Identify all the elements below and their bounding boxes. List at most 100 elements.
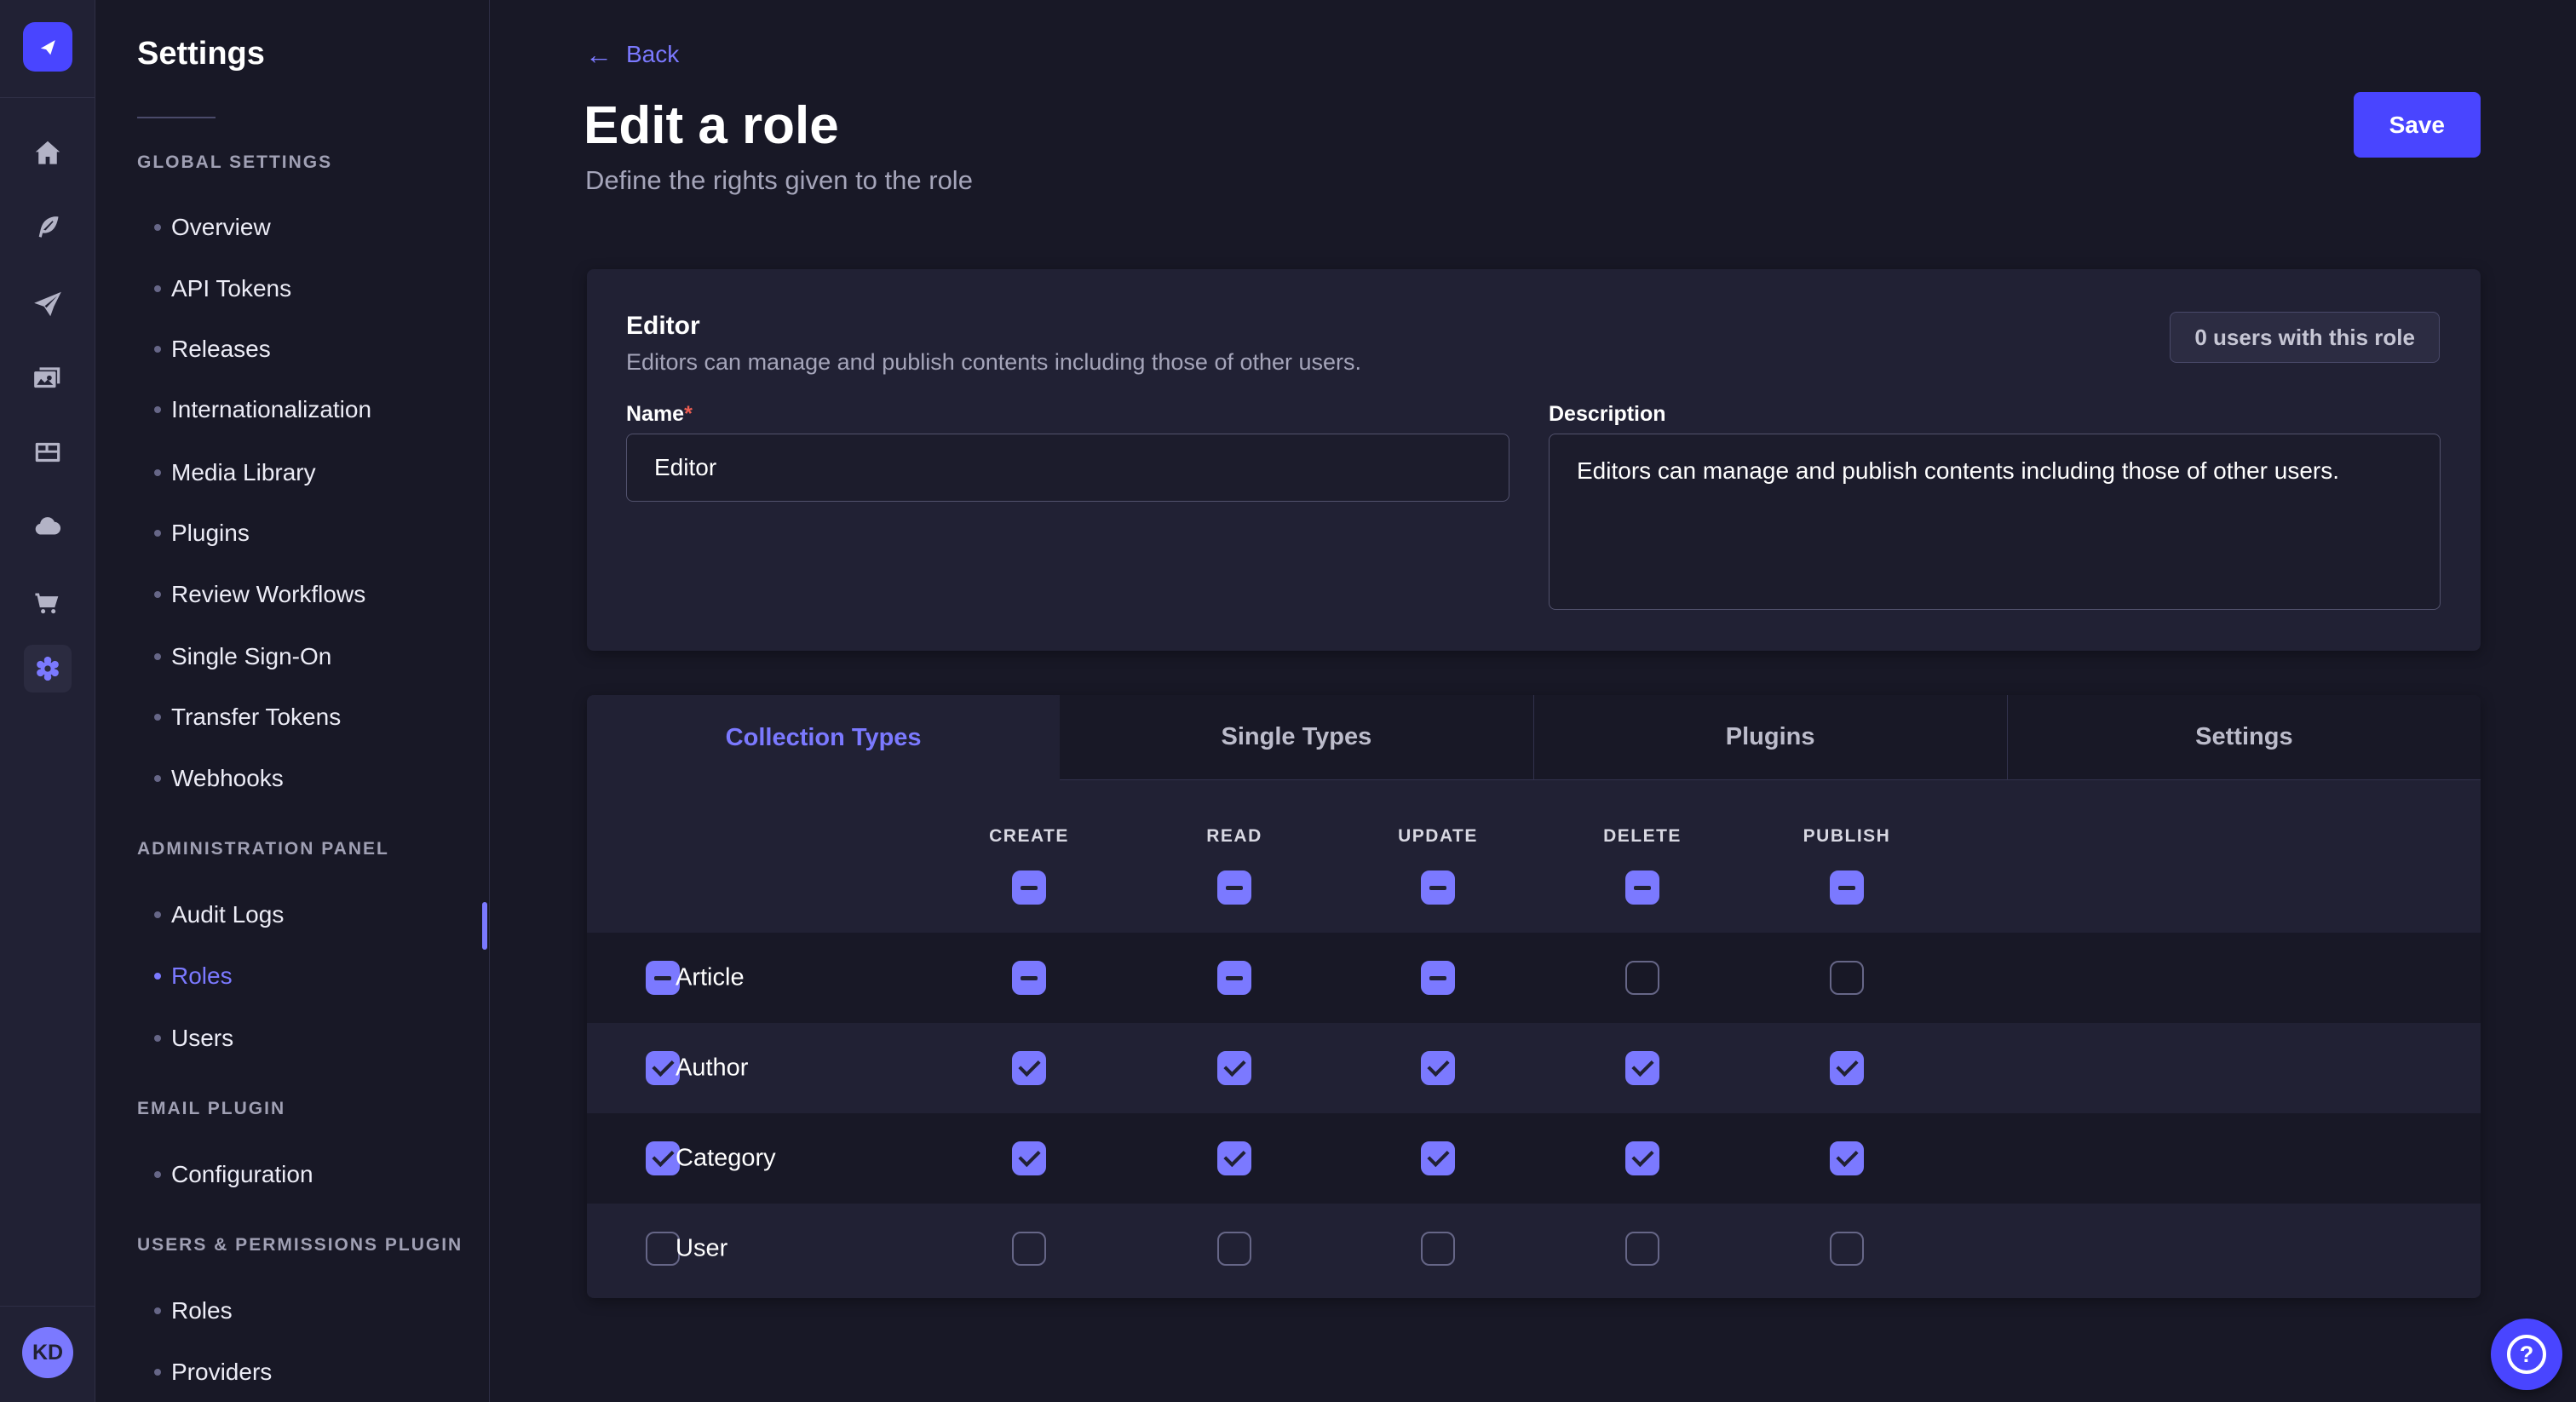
table-row-author: Author <box>587 1023 2481 1113</box>
permissions-card: Collection Types Single Types Plugins Se… <box>587 695 2481 1298</box>
table-row-user: User <box>587 1204 2481 1294</box>
description-field-label: Description <box>1549 402 1666 427</box>
back-link[interactable]: ← Back <box>585 41 679 68</box>
permissions-header-row: CREATE READ UPDATE DELETE PUBLISH <box>587 780 2481 933</box>
row-label: Author <box>676 1054 748 1083</box>
bullet-icon <box>154 1307 161 1314</box>
bullet-icon <box>154 1035 161 1042</box>
subnav-item-users[interactable]: Users <box>96 1023 489 1054</box>
feather-icon[interactable] <box>24 204 72 251</box>
subnav-item-webhooks[interactable]: Webhooks <box>96 763 489 794</box>
sidebar-divider-bottom <box>0 1306 95 1307</box>
category-read-checkbox[interactable] <box>1217 1141 1251 1175</box>
required-asterisk: * <box>684 402 693 426</box>
article-read-checkbox[interactable] <box>1217 961 1251 995</box>
select-all-delete-checkbox[interactable] <box>1625 871 1659 905</box>
select-all-publish-checkbox[interactable] <box>1830 871 1864 905</box>
select-all-update-checkbox[interactable] <box>1421 871 1455 905</box>
row-checkbox[interactable] <box>646 1141 680 1175</box>
user-update-checkbox[interactable] <box>1421 1232 1455 1266</box>
tab-single-types[interactable]: Single Types <box>1060 695 1532 780</box>
user-create-checkbox[interactable] <box>1012 1232 1046 1266</box>
subnav-item-roles-admin[interactable]: Roles <box>96 961 489 991</box>
bullet-icon <box>154 775 161 782</box>
main-content: ← Back Edit a role Define the rights giv… <box>491 0 2576 1402</box>
section-global-settings: GLOBAL SETTINGS <box>137 152 332 173</box>
select-all-create-checkbox[interactable] <box>1012 871 1046 905</box>
subnav-item-configuration[interactable]: Configuration <box>96 1159 489 1190</box>
description-textarea[interactable]: Editors can manage and publish contents … <box>1549 434 2441 610</box>
role-details-card: Editor Editors can manage and publish co… <box>587 269 2481 651</box>
row-checkbox[interactable] <box>646 1051 680 1085</box>
category-create-checkbox[interactable] <box>1012 1141 1046 1175</box>
subnav-item-api-tokens[interactable]: API Tokens <box>96 273 489 304</box>
bullet-icon <box>154 285 161 292</box>
user-delete-checkbox[interactable] <box>1625 1232 1659 1266</box>
paper-plane-icon[interactable] <box>24 280 72 328</box>
row-checkbox[interactable] <box>646 1232 680 1266</box>
column-create: CREATE <box>944 780 1114 933</box>
user-publish-checkbox[interactable] <box>1830 1232 1864 1266</box>
subnav-item-transfer-tokens[interactable]: Transfer Tokens <box>96 702 489 733</box>
name-input[interactable] <box>626 434 1509 502</box>
help-icon: ? <box>2507 1335 2546 1374</box>
subnav-item-roles-up[interactable]: Roles <box>96 1296 489 1326</box>
cart-icon[interactable] <box>24 577 72 625</box>
tab-plugins[interactable]: Plugins <box>1533 695 2007 780</box>
subnav-item-plugins[interactable]: Plugins <box>96 518 489 549</box>
back-arrow-icon: ← <box>585 41 612 68</box>
subnav-item-overview[interactable]: Overview <box>96 212 489 243</box>
strapi-logo[interactable] <box>23 22 72 72</box>
article-create-checkbox[interactable] <box>1012 961 1046 995</box>
settings-gear-icon[interactable] <box>24 645 72 692</box>
subnav-item-review-workflows[interactable]: Review Workflows <box>96 579 489 610</box>
category-delete-checkbox[interactable] <box>1625 1141 1659 1175</box>
article-update-checkbox[interactable] <box>1421 961 1455 995</box>
subnav-item-media-library[interactable]: Media Library <box>96 457 489 488</box>
user-avatar[interactable]: KD <box>22 1327 73 1378</box>
select-all-read-checkbox[interactable] <box>1217 871 1251 905</box>
subnav-title: Settings <box>137 36 265 72</box>
tab-settings[interactable]: Settings <box>2007 695 2481 780</box>
column-read: READ <box>1149 780 1320 933</box>
cloud-icon[interactable] <box>24 503 72 550</box>
article-publish-checkbox[interactable] <box>1830 961 1864 995</box>
user-read-checkbox[interactable] <box>1217 1232 1251 1266</box>
author-read-checkbox[interactable] <box>1217 1051 1251 1085</box>
page-subtitle: Define the rights given to the role <box>585 165 973 196</box>
row-label: Article <box>676 964 745 992</box>
author-create-checkbox[interactable] <box>1012 1051 1046 1085</box>
media-library-icon[interactable] <box>24 354 72 402</box>
author-update-checkbox[interactable] <box>1421 1051 1455 1085</box>
role-description-heading: Editors can manage and publish contents … <box>626 349 1361 376</box>
bullet-icon <box>154 911 161 918</box>
strapi-logo-icon <box>33 32 62 61</box>
row-label: Category <box>676 1145 776 1173</box>
settings-subnav: Settings GLOBAL SETTINGS Overview API To… <box>96 0 490 1402</box>
bullet-icon <box>154 346 161 353</box>
save-button[interactable]: Save <box>2354 92 2481 158</box>
subnav-item-single-sign-on[interactable]: Single Sign-On <box>96 641 489 672</box>
author-delete-checkbox[interactable] <box>1625 1051 1659 1085</box>
category-publish-checkbox[interactable] <box>1830 1141 1864 1175</box>
subnav-item-releases[interactable]: Releases <box>96 334 489 365</box>
row-checkbox[interactable] <box>646 961 680 995</box>
subnav-item-providers[interactable]: Providers <box>96 1357 489 1388</box>
category-update-checkbox[interactable] <box>1421 1141 1455 1175</box>
users-with-role-badge: 0 users with this role <box>2170 312 2440 363</box>
section-email-plugin: EMAIL PLUGIN <box>137 1099 285 1119</box>
author-publish-checkbox[interactable] <box>1830 1051 1864 1085</box>
bullet-icon <box>154 714 161 721</box>
tab-collection-types[interactable]: Collection Types <box>587 695 1060 780</box>
help-button[interactable]: ? <box>2491 1319 2562 1390</box>
role-name-heading: Editor <box>626 312 700 341</box>
article-delete-checkbox[interactable] <box>1625 961 1659 995</box>
layout-icon[interactable] <box>24 428 72 476</box>
bullet-icon <box>154 1369 161 1376</box>
subnav-scrollbar-thumb[interactable] <box>482 902 487 950</box>
subnav-item-internationalization[interactable]: Internationalization <box>96 394 489 425</box>
bullet-icon <box>154 653 161 660</box>
section-users-permissions-plugin: USERS & PERMISSIONS PLUGIN <box>137 1235 463 1255</box>
subnav-item-audit-logs[interactable]: Audit Logs <box>96 899 489 930</box>
home-icon[interactable] <box>24 129 72 177</box>
